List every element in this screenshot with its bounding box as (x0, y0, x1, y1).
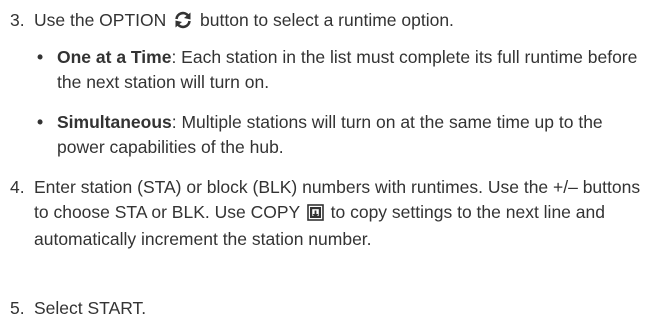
bullet-one-at-a-time: • One at a Time: Each station in the lis… (0, 45, 652, 94)
bullet-simultaneous: • Simultaneous: Multiple stations will t… (0, 110, 652, 159)
step-text-before-icon: Use the OPTION (34, 10, 167, 30)
step-number: 5. (10, 298, 25, 318)
refresh-icon (173, 11, 193, 36)
step-number: 3. (10, 10, 25, 30)
bullet-marker: • (37, 112, 44, 132)
step-text: Select START. (34, 298, 147, 318)
step-text-after-icon: button to select a runtime option. (200, 10, 454, 30)
bullet-marker: • (37, 47, 44, 67)
step-number: 4. (10, 177, 25, 197)
bullet-term: Simultaneous (57, 112, 172, 132)
step-4: 4. Enter station (STA) or block (BLK) nu… (0, 175, 652, 252)
bullet-term: One at a Time (57, 47, 172, 67)
copy-icon (306, 203, 324, 228)
step-5: 5. Select START. (0, 296, 652, 321)
step-3: 3. Use the OPTION button to select a run… (0, 8, 652, 36)
